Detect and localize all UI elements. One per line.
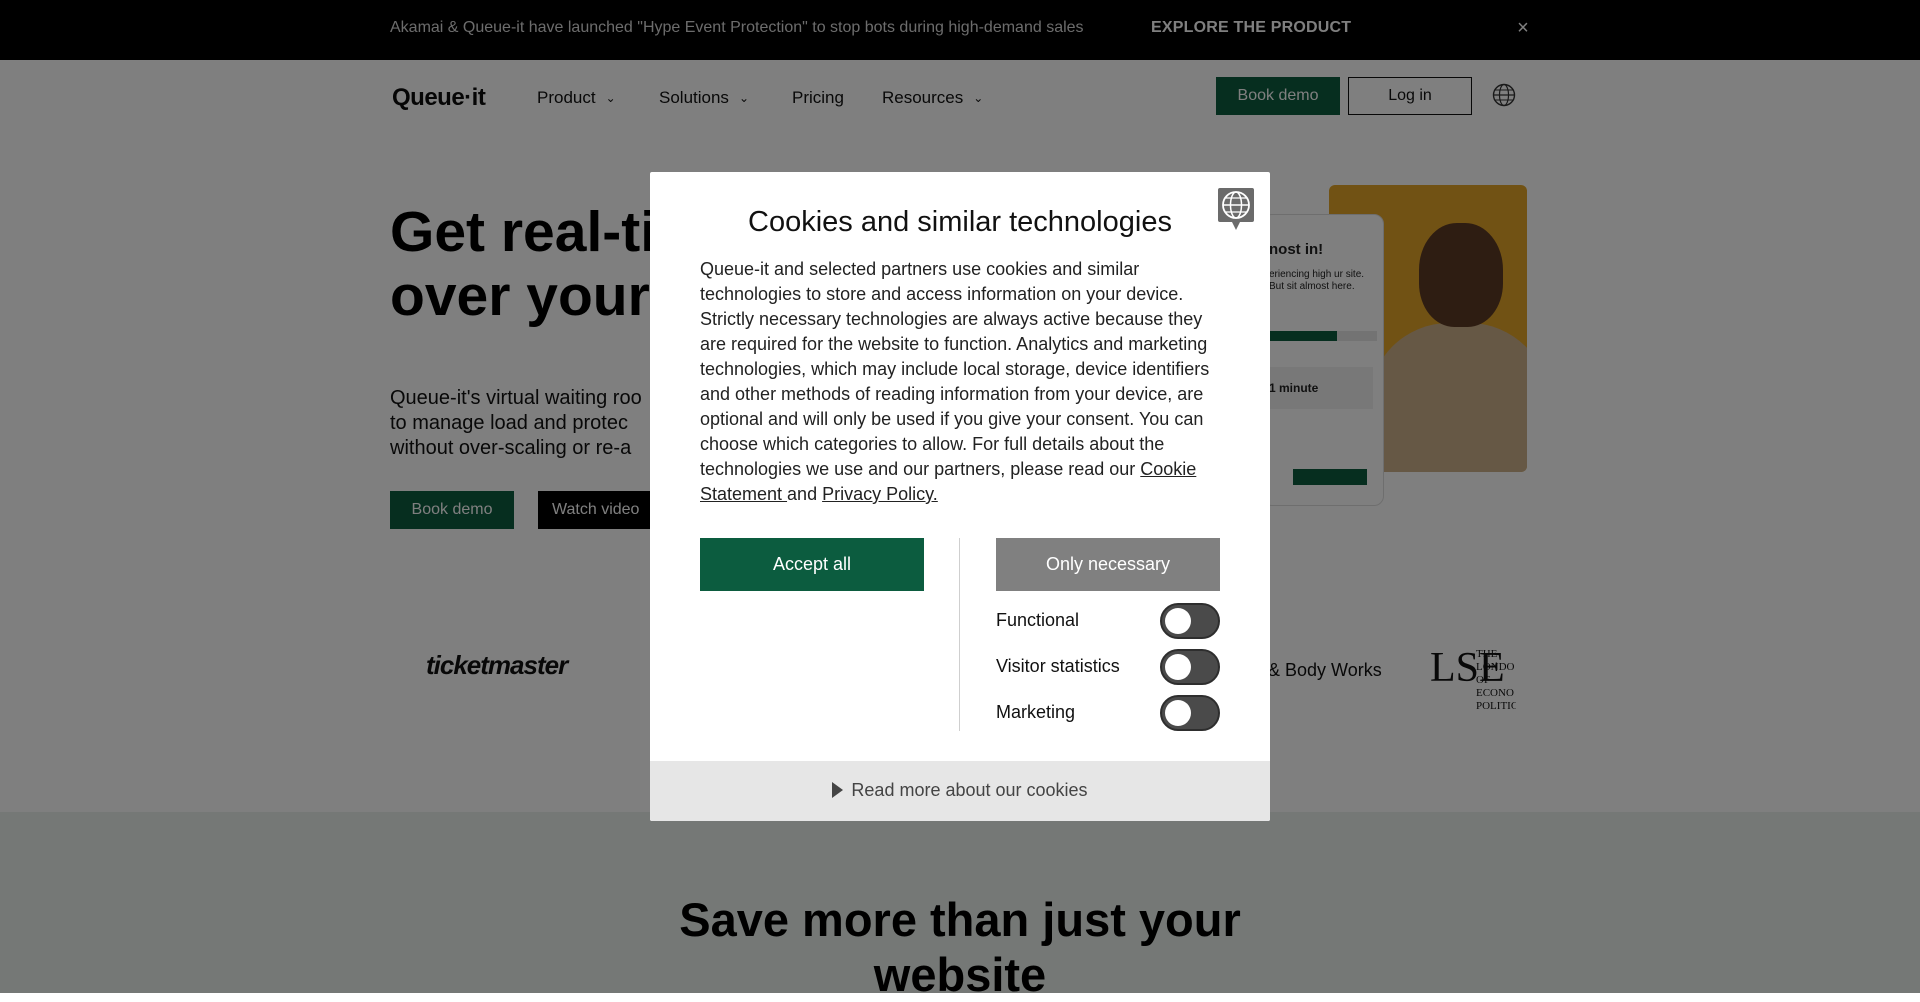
read-more-label: Read more about our cookies	[851, 780, 1088, 800]
read-more-cookies-link[interactable]: Read more about our cookies	[650, 780, 1270, 801]
toggle-knob	[1165, 608, 1191, 634]
only-necessary-button[interactable]: Only necessary	[996, 538, 1220, 591]
cookie-consent-dialog: Cookies and similar technologies Queue-i…	[650, 172, 1270, 821]
toggle-knob	[1165, 700, 1191, 726]
toggle-label-visitor-statistics: Visitor statistics	[996, 656, 1120, 676]
cookie-dialog-footer: Read more about our cookies	[650, 761, 1270, 821]
caret-right-icon	[832, 782, 844, 798]
cookie-dialog-title: Cookies and similar technologies	[748, 206, 1172, 238]
privacy-policy-link[interactable]: Privacy Policy.	[822, 484, 938, 504]
dialog-divider	[959, 538, 960, 731]
language-globe-icon[interactable]	[1216, 186, 1256, 234]
cookie-body-text: Queue-it and selected partners use cooki…	[700, 259, 1210, 479]
and-text: and	[787, 484, 823, 504]
marketing-toggle[interactable]	[1160, 695, 1220, 731]
visitor-statistics-toggle[interactable]	[1160, 649, 1220, 685]
accept-all-button[interactable]: Accept all	[700, 538, 924, 591]
functional-toggle[interactable]	[1160, 603, 1220, 639]
toggle-label-marketing: Marketing	[996, 702, 1076, 722]
toggle-knob	[1165, 654, 1191, 680]
toggle-label-functional: Functional	[996, 610, 1080, 630]
cookie-dialog-body: Queue-it and selected partners use cooki…	[700, 257, 1230, 507]
